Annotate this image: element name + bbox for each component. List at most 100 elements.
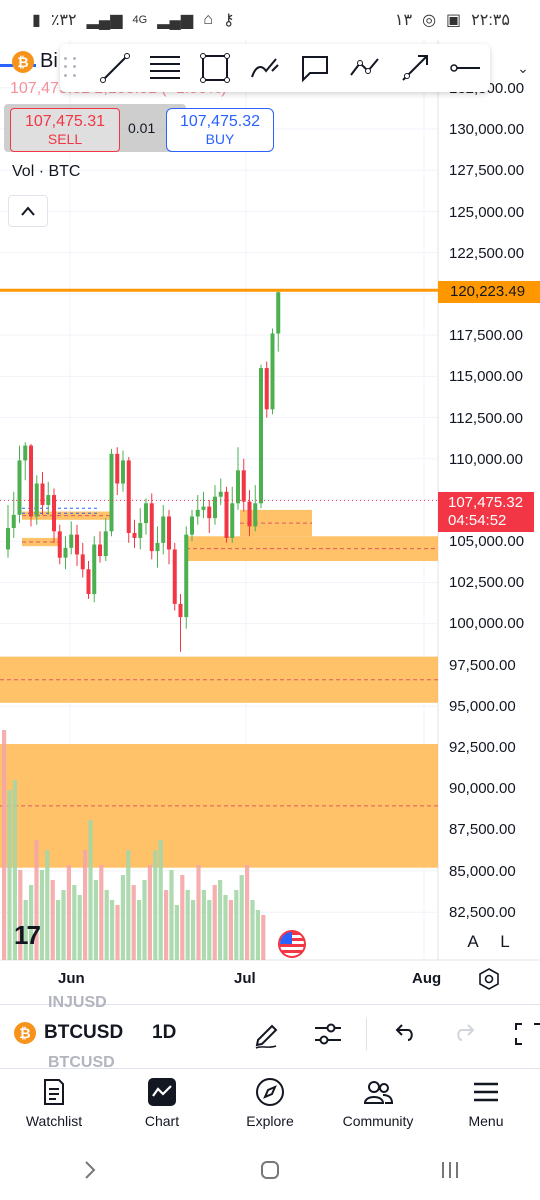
auto-scale-button[interactable]: A: [460, 930, 486, 954]
nav-chart[interactable]: Chart: [108, 1069, 216, 1140]
volume-bar: [180, 875, 185, 960]
sell-price: 107,475.31: [24, 113, 106, 130]
fullscreen-icon[interactable]: [512, 1018, 540, 1050]
price-axis-label: 82,500.00: [449, 904, 516, 921]
home-nav-icon[interactable]: [258, 1158, 282, 1182]
nav-community[interactable]: Community: [324, 1069, 432, 1140]
candle-body: [69, 534, 74, 548]
nav-menu[interactable]: Menu: [432, 1069, 540, 1140]
time-axis-label: Jun: [58, 970, 85, 987]
candle-body: [276, 292, 281, 334]
price-axis-label: 92,500.00: [449, 739, 516, 756]
log-scale-button[interactable]: L: [492, 930, 518, 954]
volume-bar: [261, 915, 266, 960]
nav-label: Community: [342, 1113, 414, 1129]
volume-bar: [185, 890, 190, 960]
back-nav-icon[interactable]: [78, 1158, 102, 1182]
volume-bar: [110, 900, 115, 960]
volume-bar: [45, 850, 50, 960]
candle-body: [40, 483, 45, 505]
candle-body: [29, 445, 33, 517]
brush-tool[interactable]: [240, 46, 290, 90]
last-price-tag: 107,475.32 04:54:52: [438, 492, 534, 532]
path-tool[interactable]: [340, 46, 390, 90]
candle-body: [149, 503, 154, 552]
volume-bar: [207, 900, 212, 960]
buy-button[interactable]: 107,475.32 BUY: [166, 108, 274, 152]
volume-bar: [218, 880, 223, 960]
candle-body: [247, 501, 252, 527]
symbol-scroll-prev[interactable]: INJUSD: [48, 994, 107, 1012]
candle-body: [92, 544, 97, 594]
candle-body: [132, 532, 137, 538]
price-axis-label: 110,000.00: [449, 451, 523, 468]
undo-icon[interactable]: [388, 1018, 420, 1050]
price-axis-label: 95,000.00: [449, 698, 516, 715]
collapse-button[interactable]: [8, 195, 48, 227]
volume-bar: [212, 885, 217, 960]
bar-countdown: 04:54:52: [448, 512, 507, 529]
arrow-icon: [402, 55, 428, 81]
symbol-selector[interactable]: ₿ BTCUSD: [14, 1022, 123, 1044]
volume-bar: [126, 850, 131, 960]
candle-body: [230, 503, 235, 538]
candle-body: [207, 506, 212, 519]
volume-bar: [174, 905, 179, 960]
candle-body: [103, 531, 108, 557]
volume-bar: [147, 865, 152, 960]
volume-indicator-label[interactable]: Vol · BTC: [12, 163, 80, 181]
sell-button[interactable]: 107,475.31 SELL: [10, 108, 120, 152]
candle-body: [63, 547, 68, 558]
system-navigation: [0, 1140, 540, 1200]
trend-line-tool[interactable]: [90, 46, 140, 90]
symbol-short-name: Bi: [40, 50, 58, 72]
candle-body: [155, 542, 160, 552]
volume-bar: [7, 790, 12, 960]
drawing-pencil-icon[interactable]: [250, 1018, 282, 1050]
price-axis-label: 85,000.00: [449, 863, 516, 880]
volume-bar: [50, 880, 55, 960]
nav-explore[interactable]: Explore: [216, 1069, 324, 1140]
volume-bar: [72, 885, 77, 960]
order-quantity[interactable]: 0.01: [128, 120, 155, 136]
chevron-up-icon: [21, 206, 35, 216]
candle-body: [224, 491, 229, 538]
symbol-chip[interactable]: ₿ Bi: [12, 50, 58, 73]
volume-bar: [39, 870, 44, 960]
buy-label: BUY: [205, 131, 235, 147]
price-axis-label: 102,500.00: [449, 574, 525, 591]
horizontal-line-price-tag[interactable]: 120,223.49: [438, 281, 540, 303]
price-axis-label: 127,500.00: [449, 162, 525, 179]
recents-nav-icon[interactable]: [438, 1158, 462, 1182]
candle-body: [6, 528, 10, 550]
sell-label: SELL: [47, 131, 83, 147]
candle-body: [23, 445, 28, 461]
time-axis-label: Aug: [412, 970, 442, 987]
redo-icon[interactable]: [450, 1018, 482, 1050]
nav-label: Menu: [468, 1113, 504, 1129]
volume-bar: [142, 880, 147, 960]
interval-selector[interactable]: 1D: [152, 1022, 176, 1044]
horizontal-ray-icon: [450, 64, 480, 72]
compass-icon: [256, 1078, 284, 1106]
price-axis-label: 125,000.00: [449, 204, 525, 221]
indicators-icon[interactable]: [312, 1018, 344, 1050]
candle-body: [253, 503, 258, 527]
arrow-line-tool[interactable]: [390, 46, 440, 90]
volume-bar: [255, 910, 260, 960]
fib-lines-icon: [150, 56, 180, 79]
candle-body: [57, 531, 62, 558]
volume-bar: [223, 895, 228, 960]
us-flag-icon[interactable]: [278, 930, 306, 958]
comment-tool[interactable]: [290, 46, 340, 90]
horizontal-lines-tool[interactable]: [140, 46, 190, 90]
nav-watchlist[interactable]: Watchlist: [0, 1069, 108, 1140]
price-axis-label: 115,000.00: [449, 368, 523, 385]
candle-body: [218, 491, 223, 497]
rectangle-tool[interactable]: [190, 46, 240, 90]
chart-icon: [148, 1078, 176, 1106]
horizontal-ray-tool[interactable]: [440, 46, 490, 90]
settings-icon[interactable]: [478, 968, 500, 990]
candle-body: [80, 554, 85, 570]
drag-handle-icon[interactable]: [64, 57, 78, 79]
